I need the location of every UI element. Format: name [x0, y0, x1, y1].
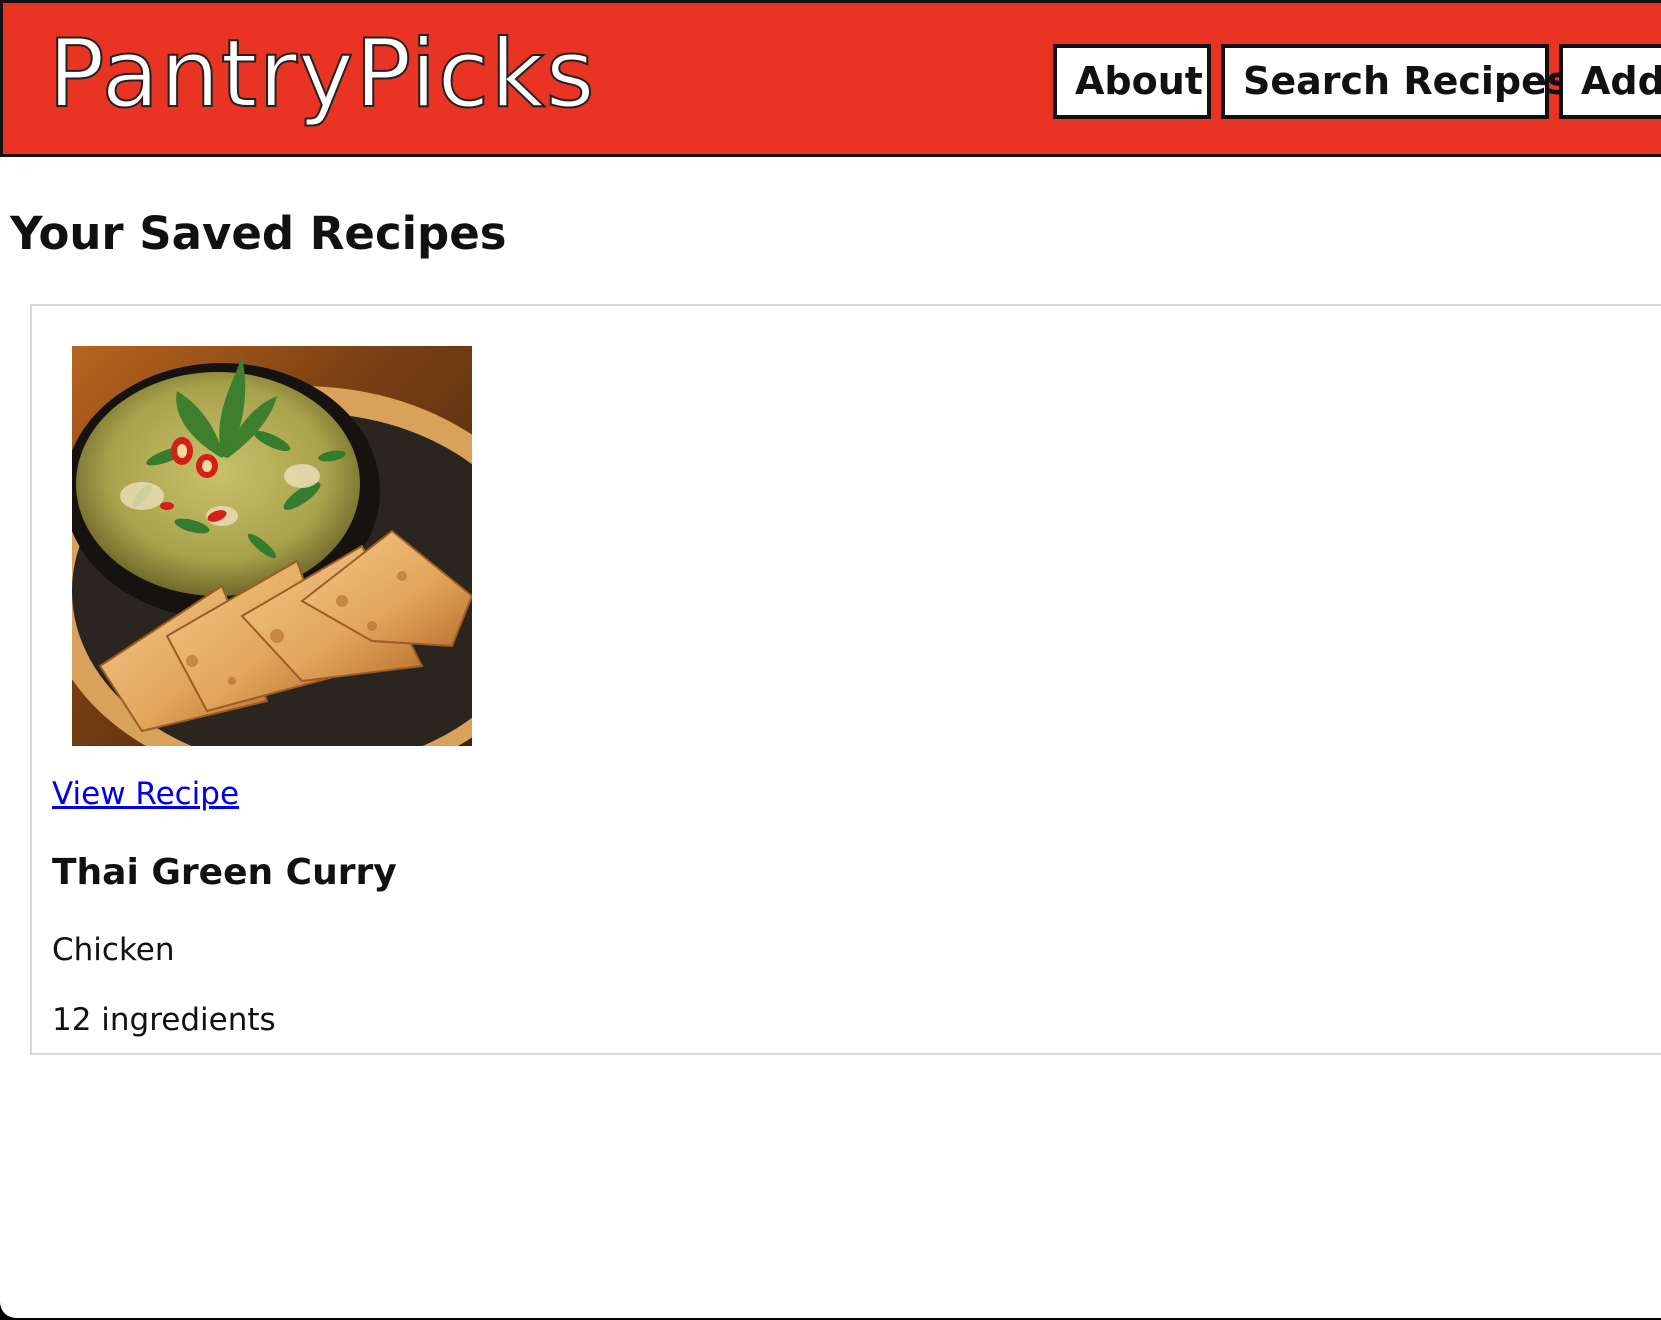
site-logo[interactable]: PantryPicks: [47, 19, 596, 129]
view-recipe-link[interactable]: View Recipe: [52, 772, 239, 816]
nav-add-button[interactable]: Add: [1559, 44, 1661, 119]
top-navbar: PantryPicks About Search Recipes Add: [0, 0, 1661, 157]
app-window: PantryPicks About Search Recipes Add You…: [0, 0, 1661, 1318]
nav-search-recipes-button[interactable]: Search Recipes: [1221, 44, 1570, 119]
recipe-title: Thai Green Curry: [52, 852, 397, 893]
recipe-protein: Chicken: [52, 932, 175, 968]
nav-about-button[interactable]: About: [1053, 44, 1211, 119]
saved-recipes-list: View Recipe Thai Green Curry Chicken 12 …: [30, 304, 1661, 1055]
page-title: Your Saved Recipes: [10, 207, 507, 260]
recipe-image: [72, 346, 472, 746]
thai-green-curry-photo: [72, 346, 472, 746]
recipe-ingredient-count: 12 ingredients: [52, 1002, 276, 1038]
